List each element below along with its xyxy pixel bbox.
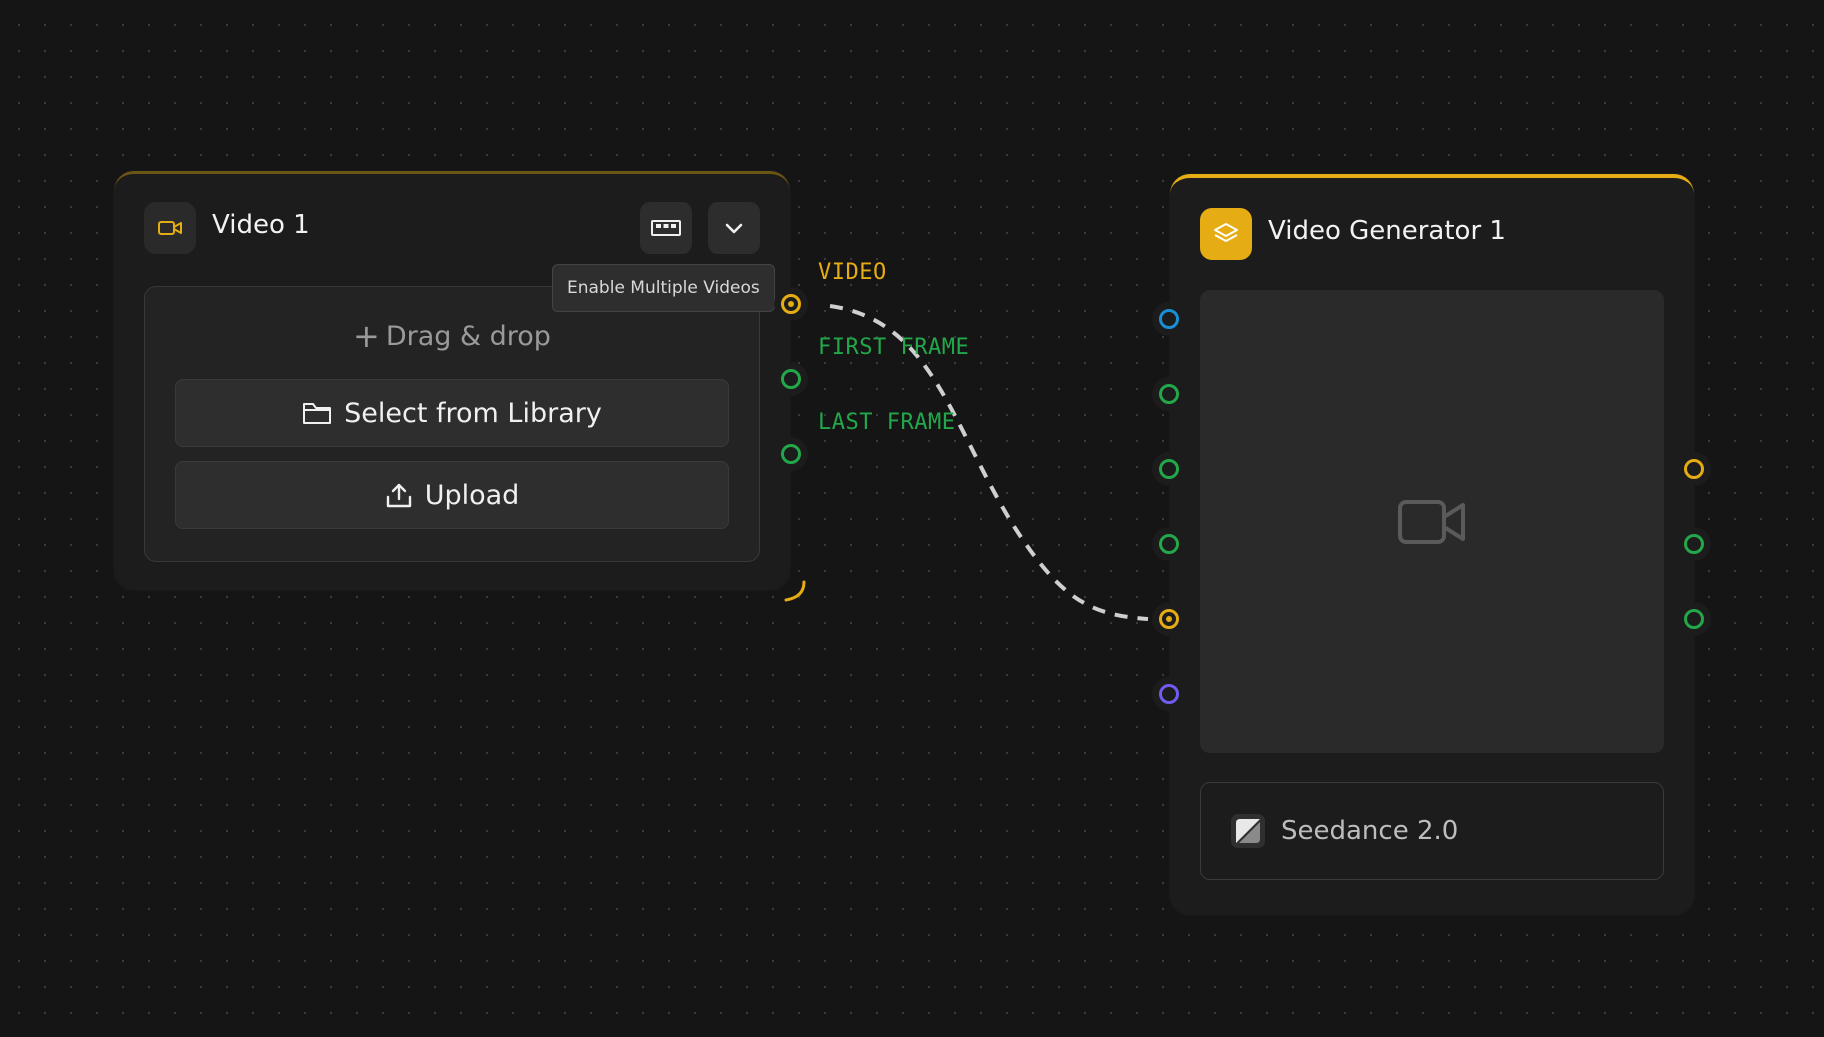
- generator-title: Video Generator 1: [1268, 216, 1506, 246]
- input-port-video[interactable]: [1152, 602, 1186, 636]
- output-label-first-frame: FIRST FRAME: [818, 335, 970, 360]
- output-port-video[interactable]: [774, 287, 808, 321]
- input-port-6[interactable]: [1152, 677, 1186, 711]
- output-port-3[interactable]: [1677, 602, 1711, 636]
- film-strip-icon: [651, 220, 681, 236]
- select-from-library-button[interactable]: Select from Library: [175, 379, 729, 447]
- video-node-title: Video 1: [212, 210, 310, 240]
- seedance-logo-icon: [1231, 814, 1265, 848]
- output-label-video: VIDEO: [818, 260, 887, 285]
- upload-icon: [386, 483, 411, 508]
- video-node[interactable]: Video 1 + Drag & drop Select from Library: [114, 171, 790, 590]
- resize-handle[interactable]: [782, 578, 810, 606]
- output-port-first-frame[interactable]: [774, 362, 808, 396]
- output-port-last-frame[interactable]: [774, 437, 808, 471]
- output-port-2[interactable]: [1677, 527, 1711, 561]
- upload-button[interactable]: Upload: [175, 461, 729, 529]
- chevron-down-icon: [725, 223, 743, 234]
- select-from-library-label: Select from Library: [344, 397, 602, 429]
- enable-multiple-videos-button[interactable]: [640, 202, 692, 254]
- layers-icon: [1214, 223, 1238, 242]
- output-label-last-frame: LAST FRAME: [818, 410, 956, 435]
- model-name: Seedance 2.0: [1281, 816, 1459, 846]
- video-camera-icon: [158, 221, 182, 235]
- generator-icon-box: [1200, 208, 1252, 260]
- video-generator-node[interactable]: Video Generator 1 Seedance 2.0: [1170, 174, 1694, 915]
- folder-icon: [303, 403, 332, 424]
- tooltip: Enable Multiple Videos: [552, 264, 775, 312]
- plus-icon: +: [353, 317, 380, 355]
- collapse-button[interactable]: [708, 202, 760, 254]
- model-selector[interactable]: Seedance 2.0: [1200, 782, 1664, 880]
- output-port-1[interactable]: [1677, 452, 1711, 486]
- input-port-4[interactable]: [1152, 527, 1186, 561]
- video-camera-icon: [1398, 499, 1465, 544]
- drag-drop-area[interactable]: + Drag & drop: [145, 317, 759, 355]
- input-port-3[interactable]: [1152, 452, 1186, 486]
- video-preview: [1200, 290, 1664, 753]
- input-port-2[interactable]: [1152, 377, 1186, 411]
- drop-zone[interactable]: + Drag & drop Select from Library Upload: [144, 286, 760, 562]
- drag-drop-label: Drag & drop: [385, 321, 551, 352]
- video-node-icon-box: [144, 202, 196, 254]
- upload-label: Upload: [424, 479, 520, 511]
- input-port-1[interactable]: [1152, 302, 1186, 336]
